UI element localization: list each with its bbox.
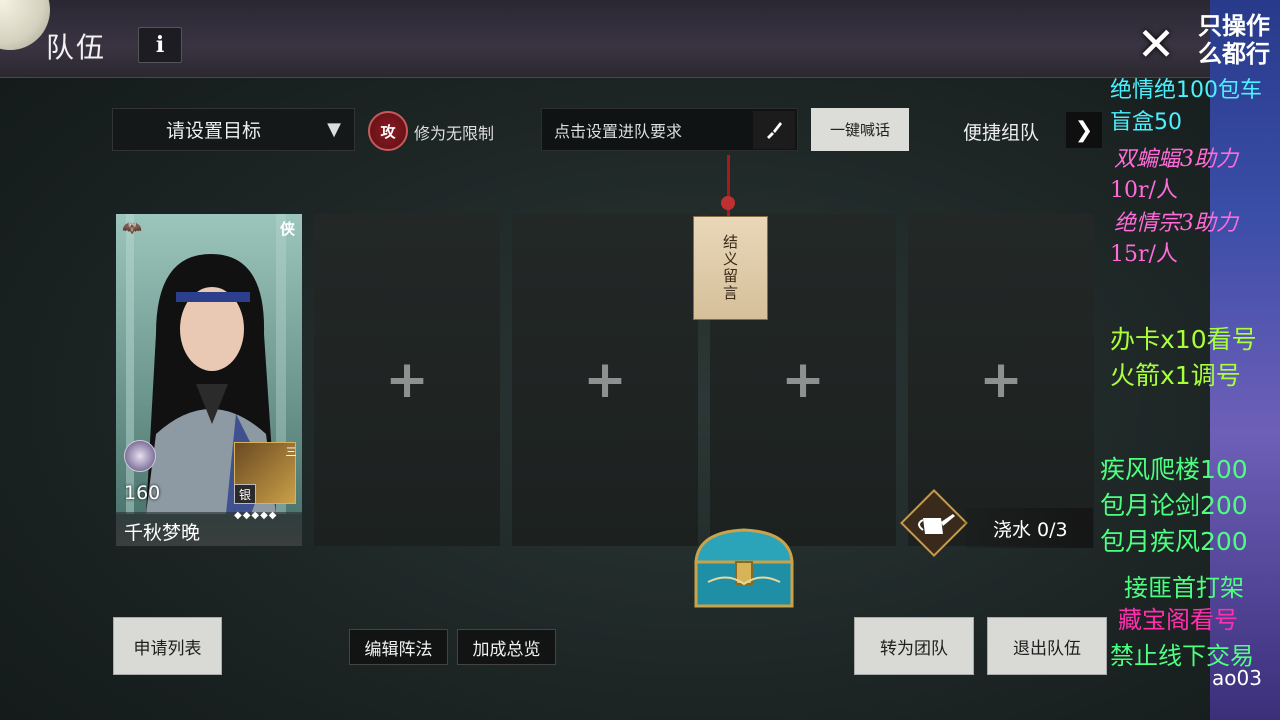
target-select[interactable]: 请设置目标 ▼ [112,108,355,151]
apply-list-button[interactable]: 申请列表 [113,617,222,675]
cultivation-limit-label[interactable]: 修为无限制 [414,120,494,144]
star-rating: ◆◆◆◆◆ [234,510,278,521]
overlay-text: 包月论剑200 [1100,491,1248,520]
overlay-text: 火箭x1调号 [1110,361,1241,390]
bonus-overview-button[interactable]: 加成总览 [457,629,556,665]
plus-icon: + [385,350,429,410]
bat-icon: 🦇 [122,218,142,237]
quick-team-label[interactable]: 便捷组队 [963,118,1039,145]
overlay-text: 办卡x10看号 [1110,325,1257,354]
overlay-text: 绝情宗3助力 [1114,211,1238,236]
overlay-text: 藏宝阁看号 [1118,606,1238,634]
edit-formation-button[interactable]: 编辑阵法 [349,629,448,665]
overlay-text: 疾风爬楼100 [1100,455,1248,484]
silver-rank-badge: 银 [234,484,256,504]
overlay-text: 绝情绝100包车 [1110,78,1262,103]
team-requirement-input[interactable]: 点击设置进队要求 [541,108,798,151]
page-title: 队伍 [46,31,107,64]
attack-icon[interactable]: 攻 [368,111,408,151]
sworn-message-label: 结义留言 [721,234,739,302]
leave-team-button[interactable]: 退出队伍 [987,617,1107,675]
member-card[interactable]: 🦇 侠 160 三 银 ◆◆◆◆◆ 千秋梦晚 [116,214,302,546]
convert-to-raid-button[interactable]: 转为团队 [854,617,974,675]
plus-icon: + [781,350,825,410]
role-tag: 侠 [280,220,296,238]
overlay-text: 盲盒50 [1110,110,1182,135]
overlay-text: ao03 [1212,666,1262,690]
member-level: 160 [124,482,161,504]
weapon-tier: 三 [284,446,297,457]
target-select-label: 请设置目标 [165,120,261,142]
empty-slot-2[interactable]: + [314,214,500,546]
chevron-right-icon[interactable]: ❯ [1066,112,1102,148]
treasure-chest-icon[interactable] [688,522,800,614]
plus-icon: + [583,350,627,410]
overlay-text: 接匪首打架 [1124,574,1244,602]
one-click-shout-button[interactable]: 一键喊话 [811,108,909,151]
overlay-text: 双蝙蝠3助力 [1114,147,1238,172]
close-icon[interactable]: ✕ [1126,14,1186,74]
overlay-text: 15r/人 [1110,242,1178,267]
overlay-text: 么都行 [1198,40,1270,68]
info-button[interactable]: i [138,27,182,63]
watering-can-icon[interactable] [895,484,973,562]
chevron-down-icon: ▼ [327,119,341,140]
empty-slot-3[interactable]: + [512,214,698,546]
watering-count: 浇水 0/3 [993,519,1068,541]
sworn-message-tag[interactable]: 结义留言 [693,216,768,320]
overlay-text: 包月疾风200 [1100,527,1248,556]
team-requirement-placeholder: 点击设置进队要求 [554,121,683,141]
member-name: 千秋梦晚 [124,522,201,544]
school-emblem-icon [124,440,156,472]
overlay-text: 10r/人 [1110,178,1178,203]
brush-icon[interactable] [753,110,795,149]
tag-knot [721,196,735,210]
plus-icon: + [979,350,1023,410]
